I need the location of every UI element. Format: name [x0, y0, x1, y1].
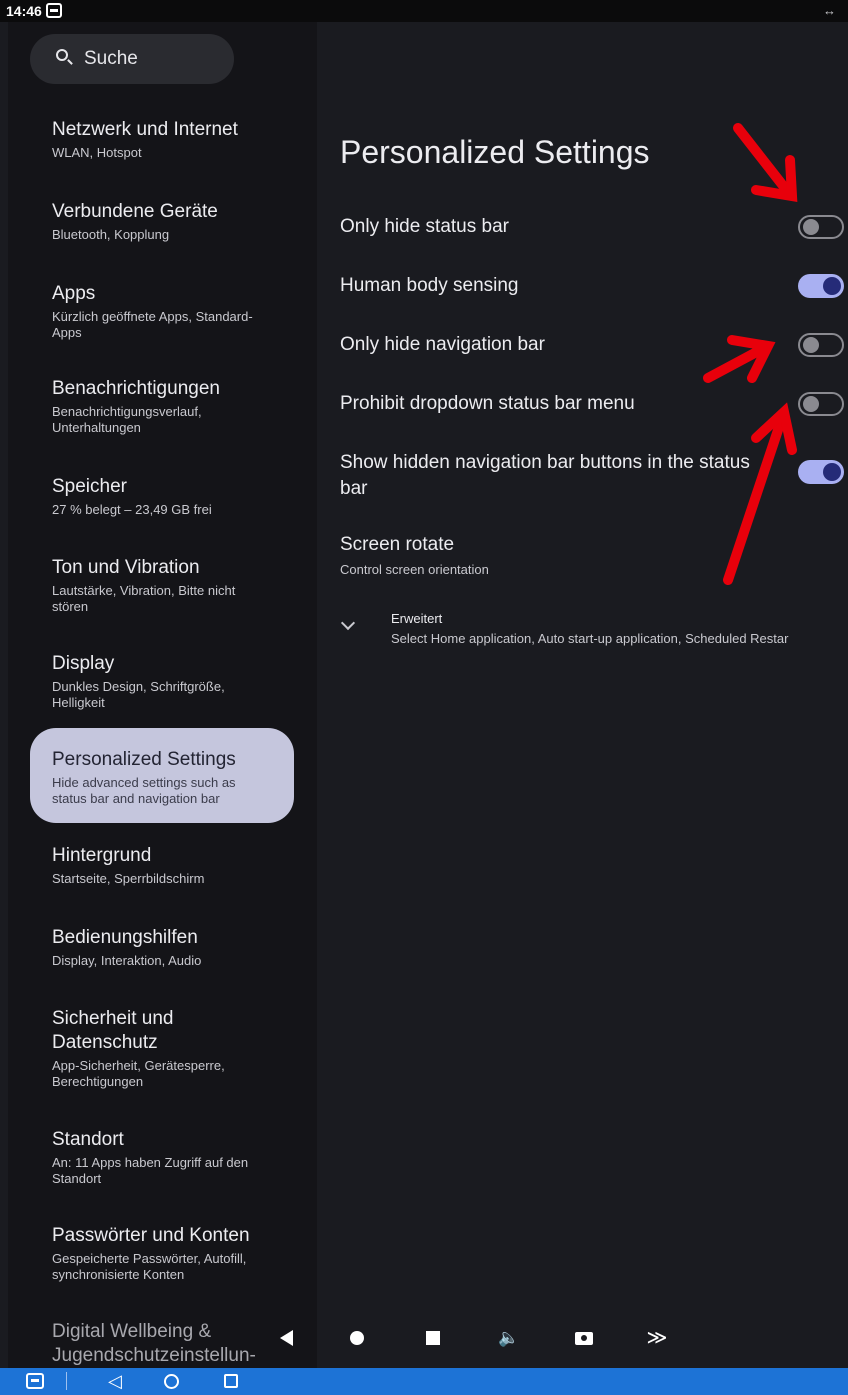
screen-rotate-title[interactable]: Screen rotate — [340, 534, 454, 556]
toggle-knob — [823, 277, 841, 295]
nav-item-passwords-accounts[interactable]: Passwörter und Konten Gespeicherte Passw… — [30, 1224, 294, 1283]
nav-item-subtitle: Lautstärke, Vibration, Bitte nicht störe… — [52, 583, 236, 614]
nav-item-title: Ton und Vibration — [52, 557, 200, 578]
nav-item-sound[interactable]: Ton und Vibration Lautstärke, Vibration,… — [30, 556, 294, 615]
nav-item-title: Apps — [52, 283, 96, 304]
nav-item-title: Passwörter und Konten — [52, 1225, 250, 1246]
nav-item-location[interactable]: Standort An: 11 Apps haben Zugriff auf d… — [30, 1128, 294, 1187]
volume-icon[interactable]: 🔈 — [497, 1326, 521, 1350]
search-icon — [56, 49, 68, 61]
search-label: Suche — [84, 48, 138, 69]
toggle-knob — [803, 219, 819, 235]
advanced-title[interactable]: Erweitert — [391, 611, 442, 626]
back-icon[interactable] — [275, 1326, 299, 1350]
nav-item-title: Standort — [52, 1129, 124, 1150]
switch-label: Only hide navigation bar — [340, 334, 545, 355]
nav-item-notifications[interactable]: Benachrichtigungen Benachrichtigungsverl… — [30, 377, 294, 436]
nav-item-subtitle: Hide advanced settings such as status ba… — [52, 775, 236, 806]
recents-icon[interactable] — [224, 1374, 238, 1388]
floating-control-toolbar: 🔈 ≫ — [195, 1318, 715, 1358]
nav-item-subtitle: WLAN, Hotspot — [52, 145, 142, 160]
nav-item-accessibility[interactable]: Bedienungshilfen Display, Interaktion, A… — [30, 926, 294, 969]
switch-label: Prohibit dropdown status bar menu — [340, 393, 635, 414]
prohibit-dropdown-toggle[interactable] — [798, 392, 844, 416]
nav-item-title: Netzwerk und Internet — [52, 119, 238, 140]
divider — [66, 1372, 67, 1390]
nav-item-title: Benachrichtigungen — [52, 378, 220, 399]
home-icon[interactable] — [345, 1326, 369, 1350]
personalized-settings-pane: Personalized Settings Only hide status b… — [317, 22, 848, 1368]
status-bar: 14:46 ↔ — [0, 0, 848, 22]
nav-item-title: Speicher — [52, 476, 127, 497]
system-navigation-bar: ◁ — [0, 1368, 848, 1395]
screen-rotate-subtitle: Control screen orientation — [340, 562, 489, 577]
nav-item-subtitle: App-Sicherheit, Gerätesperre, Berechtigu… — [52, 1058, 225, 1089]
nav-item-apps[interactable]: Apps Kürzlich geöffnete Apps, Standard-A… — [30, 282, 294, 341]
switch-label: Show hidden navigation bar buttons in th… — [340, 452, 750, 499]
toggle-knob — [803, 396, 819, 412]
nav-item-subtitle: Display, Interaktion, Audio — [52, 953, 202, 968]
switch-row-prohibit-dropdown[interactable]: Prohibit dropdown status bar menu — [317, 389, 848, 423]
nav-item-subtitle: 27 % belegt – 23,49 GB frei — [52, 502, 212, 517]
switch-row-show-hidden-nav-buttons[interactable]: Show hidden navigation bar buttons in th… — [317, 448, 848, 504]
teamviewer-icon[interactable] — [26, 1373, 44, 1389]
settings-nav-pane: Suche Netzwerk und Internet WLAN, Hotspo… — [8, 22, 317, 1368]
camera-icon[interactable] — [572, 1326, 596, 1350]
search-bar[interactable]: Suche — [30, 34, 234, 84]
nav-item-title: Personalized Settings — [52, 749, 236, 770]
nav-item-subtitle: An: 11 Apps haben Zugriff auf den Stando… — [52, 1155, 249, 1186]
collapse-icon[interactable]: ≫ — [645, 1326, 669, 1350]
teamviewer-icon — [46, 3, 62, 18]
human-body-sensing-toggle[interactable] — [798, 274, 844, 298]
hide-navigation-bar-toggle[interactable] — [798, 333, 844, 357]
switch-row-hide-status-bar[interactable]: Only hide status bar — [317, 212, 848, 246]
nav-item-display[interactable]: Display Dunkles Design, Schriftgröße, He… — [30, 652, 294, 711]
nav-item-subtitle: Bluetooth, Kopplung — [52, 227, 170, 242]
nav-item-network[interactable]: Netzwerk und Internet WLAN, Hotspot — [30, 118, 294, 161]
recents-icon[interactable] — [421, 1326, 445, 1350]
nav-item-storage[interactable]: Speicher 27 % belegt – 23,49 GB frei — [30, 475, 294, 518]
nav-item-title: Sicherheit und Datenschutz — [52, 1008, 174, 1053]
status-time: 14:46 — [6, 3, 42, 19]
page-title: Personalized Settings — [340, 134, 650, 170]
advanced-subtitle: Select Home application, Auto start-up a… — [391, 631, 789, 646]
nav-item-subtitle: Dunkles Design, Schriftgröße, Helligkeit — [52, 679, 225, 710]
switch-row-human-body-sensing[interactable]: Human body sensing — [317, 271, 848, 305]
show-hidden-nav-buttons-toggle[interactable] — [798, 460, 844, 484]
nav-item-connected-devices[interactable]: Verbundene Geräte Bluetooth, Kopplung — [30, 200, 294, 243]
nav-item-personalized-settings[interactable]: Personalized Settings Hide advanced sett… — [30, 728, 294, 823]
toggle-knob — [803, 337, 819, 353]
toggle-knob — [823, 463, 841, 481]
hide-status-bar-toggle[interactable] — [798, 215, 844, 239]
nav-item-subtitle: Benachrichtigungsverlauf, Unterhaltungen — [52, 404, 202, 435]
nav-item-subtitle: Startseite, Sperrbildschirm — [52, 871, 205, 886]
switch-row-hide-navigation-bar[interactable]: Only hide navigation bar — [317, 330, 848, 364]
switch-label: Human body sensing — [340, 275, 519, 296]
switch-label: Only hide status bar — [340, 216, 509, 237]
connection-arrows-icon: ↔ — [823, 3, 836, 18]
nav-item-security-privacy[interactable]: Sicherheit und Datenschutz App-Sicherhei… — [30, 1007, 294, 1090]
nav-item-subtitle: Gespeicherte Passwörter, Autofill, synch… — [52, 1251, 247, 1282]
nav-item-title: Hintergrund — [52, 845, 152, 866]
home-icon[interactable] — [164, 1374, 179, 1389]
nav-item-title: Verbundene Geräte — [52, 201, 218, 222]
nav-item-wallpaper[interactable]: Hintergrund Startseite, Sperrbildschirm — [30, 844, 294, 887]
nav-item-title: Bedienungshilfen — [52, 927, 198, 948]
back-icon[interactable]: ◁ — [108, 1371, 122, 1391]
chevron-down-icon[interactable] — [340, 615, 356, 631]
nav-item-title: Display — [52, 653, 115, 674]
nav-item-subtitle: Kürzlich geöffnete Apps, Standard-Apps — [52, 309, 253, 340]
